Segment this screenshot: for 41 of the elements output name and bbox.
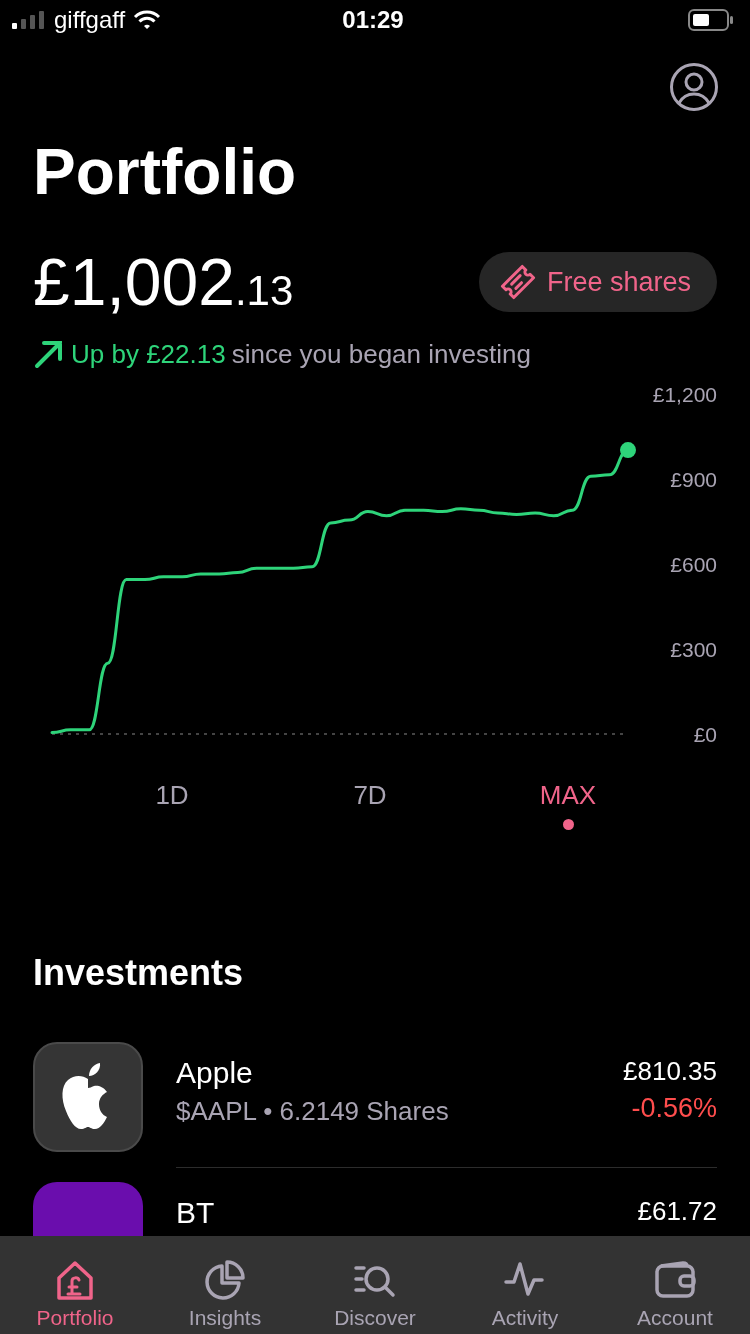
investment-name: Apple: [176, 1056, 254, 1090]
investment-value: £61.72: [637, 1196, 717, 1227]
profile-icon: [669, 62, 719, 112]
selected-dot: [562, 819, 574, 830]
investment-value: £810.35: [623, 1056, 717, 1087]
tab-bar-item[interactable]: Account: [600, 1236, 750, 1334]
pie-chart-icon: [203, 1258, 247, 1300]
change-amount: Up by £22.13: [71, 338, 226, 370]
tab-bar-item[interactable]: Activity: [450, 1236, 600, 1334]
section-title: Investments: [33, 952, 245, 994]
arrow-up-right-icon: [33, 338, 65, 370]
wallet-icon: [653, 1258, 697, 1300]
percent-change: -0.56%: [631, 1093, 717, 1124]
range-tab[interactable]: 7D: [353, 780, 387, 811]
axis-label: £0: [693, 723, 717, 746]
axis-label: £600: [670, 553, 717, 576]
clock-time: 01:29: [342, 6, 404, 34]
page-title: Portfolio: [33, 135, 298, 210]
battery-icon: [688, 9, 734, 31]
profile-button[interactable]: [669, 62, 719, 112]
change-note: since you began investing: [231, 338, 531, 370]
current-value-dot: [620, 442, 636, 459]
tab-bar-item[interactable]: Discover: [300, 1236, 450, 1334]
investment-details: $AAPL • 6.2149 Shares: [176, 1096, 449, 1127]
ticket-icon: [498, 263, 537, 301]
range-tab[interactable]: 1D: [155, 780, 189, 811]
carrier-name: giffgaff: [54, 6, 126, 34]
tab-bar-item[interactable]: Portfolio: [0, 1236, 150, 1334]
signal-icon: [12, 11, 46, 29]
range-tab[interactable]: MAX: [539, 780, 597, 811]
investment-name: BT: [176, 1196, 215, 1230]
axis-label: £1,200: [652, 383, 717, 406]
investment-item[interactable]: Apple $AAPL • 6.2149 Shares £810.35 -0.56%: [33, 1042, 717, 1182]
tab-bar-item[interactable]: Insights: [150, 1236, 300, 1334]
investment-item[interactable]: BT £61.72: [33, 1182, 717, 1236]
free-shares-button[interactable]: Free shares: [478, 252, 717, 312]
balance-amount: £1,002: [33, 244, 235, 320]
axis-label: £900: [670, 468, 717, 491]
axis-label: £300: [670, 638, 717, 661]
wifi-icon: [133, 10, 162, 30]
balance-decimals: .13: [234, 267, 294, 315]
